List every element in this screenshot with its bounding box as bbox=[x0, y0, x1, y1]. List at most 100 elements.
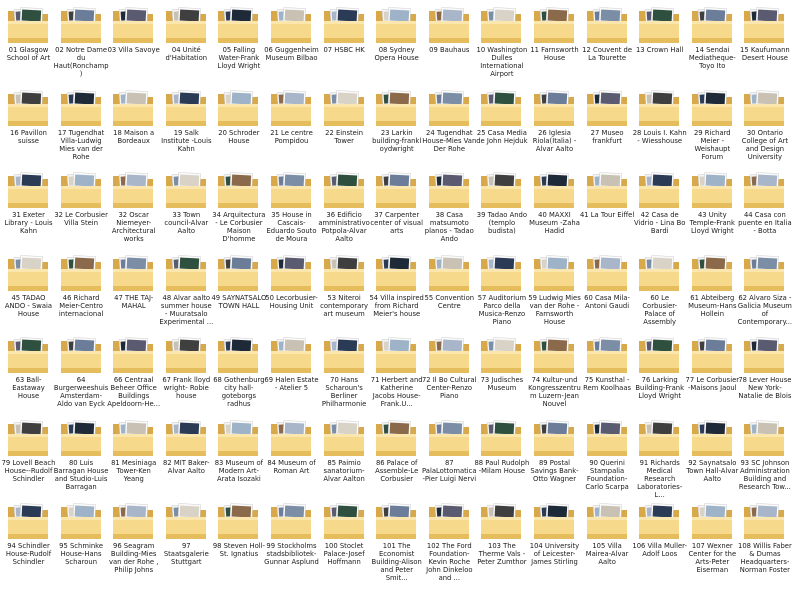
folder-item[interactable]: 18 Maison a Bordeaux bbox=[107, 85, 160, 167]
folder-item[interactable]: 64 Burgerweeshuis Amsterdam-Aldo van Eyc… bbox=[54, 332, 108, 414]
folder-item[interactable]: 22 Einstein Tower bbox=[318, 85, 371, 167]
folder-item[interactable]: 07 HSBC HK bbox=[318, 2, 371, 84]
folder-item[interactable]: 101 The Economist Building-Alison and Pe… bbox=[370, 498, 423, 582]
folder-item[interactable]: 91 Richards Medical Research Laboratorie… bbox=[633, 415, 686, 499]
folder-item[interactable]: 96 Seagram Building-Mies van der Rohe , … bbox=[107, 498, 160, 580]
folder-item[interactable]: 76 Larking Building-Frank Lloyd Wright bbox=[633, 332, 686, 414]
folder-item[interactable]: 45 TADAO ANDO - Swaia House bbox=[2, 250, 55, 332]
folder-item[interactable]: 83 Museum of Modern Art-Arata Isozaki bbox=[212, 415, 265, 497]
folder-item[interactable]: 26 Iglesia Riola(Italia) - Alvar Aalto bbox=[528, 85, 581, 167]
folder-item[interactable]: 87 PalaLottomatica-Pier Luigi Nervi bbox=[422, 415, 477, 497]
folder-item[interactable]: 53 Niteroi contemporary art museum bbox=[318, 250, 371, 332]
folder-item[interactable]: 99 Stockholms stadsbibliotek-Gunnar Aspl… bbox=[264, 498, 319, 580]
folder-item[interactable]: 72 Il Bo Cultural Center-Renzo Piano bbox=[422, 332, 477, 414]
folder-item[interactable]: 37 Carpenter center of visual arts bbox=[370, 167, 423, 249]
folder-item[interactable]: 11 Farnsworth House bbox=[528, 2, 581, 84]
folder-item[interactable]: 108 Willis Faber & Dumas Headquarters-No… bbox=[738, 498, 792, 580]
folder-item[interactable]: 107 Wexner Center for the Arts-Peter Eis… bbox=[686, 498, 739, 580]
folder-item[interactable]: 23 Larkin building-frankl oydwright bbox=[370, 85, 423, 167]
folder-item[interactable]: 29 Richard Meier - Weishaupt Forum bbox=[686, 85, 739, 167]
folder-item[interactable]: 95 Schminke House-Hans Scharoun bbox=[55, 498, 108, 580]
folder-item[interactable]: 85 Paimio sanatorium-Alvar Aalton bbox=[318, 415, 371, 497]
folder-item[interactable]: 19 Salk Institute -Louis Kahn bbox=[160, 85, 213, 167]
folder-item[interactable]: 97 Staatsgalerie Stuttgart bbox=[160, 498, 213, 580]
folder-item[interactable]: 71 Herbert and Katherine Jacobs House-Fr… bbox=[370, 332, 423, 414]
folder-item[interactable]: 30 Ontario College of Art and Design Uni… bbox=[738, 85, 791, 167]
folder-item[interactable]: 105 Villa Mairea-Alvar Aalto bbox=[581, 498, 634, 580]
folder-item[interactable]: 03 Villa Savoye bbox=[107, 2, 160, 84]
folder-item[interactable]: 67 Frank lloyd wright- Robie house bbox=[160, 332, 213, 414]
folder-item[interactable]: 06 Guggenheim Museum Bilbao bbox=[264, 2, 319, 84]
folder-item[interactable]: 103 The Therme Vals - Peter Zumthor bbox=[475, 498, 528, 580]
folder-item[interactable]: 13 Crown Hall bbox=[633, 2, 686, 84]
folder-item[interactable]: 75 Kunsthal -Rem Koolhaas bbox=[581, 332, 634, 414]
folder-item[interactable]: 40 MAXXI Museum -Zaha Hadid bbox=[528, 167, 581, 249]
folder-item[interactable]: 90 Querini Stampalia Foundation-Carlo Sc… bbox=[581, 415, 634, 497]
folder-item[interactable]: 36 Edificio amministrativo Potpola-Alvar… bbox=[318, 167, 371, 249]
folder-item[interactable]: 35 House in Cascais-Eduardo Souto de Mou… bbox=[265, 167, 318, 249]
folder-item[interactable]: 86 Palace of Assemble-Le Corbusier bbox=[370, 415, 423, 497]
folder-item[interactable]: 93 SC Johnson Administration Building an… bbox=[738, 415, 791, 497]
folder-item[interactable]: 70 Hans Scharoun's Berliner Philharmonie bbox=[318, 332, 371, 414]
folder-item[interactable]: 100 Stoclet Palace-Josef Hoffmann bbox=[318, 498, 371, 580]
folder-item[interactable]: 82 MIT Baker-Alvar Aalto bbox=[160, 415, 213, 497]
folder-item[interactable]: 106 Villa Muller-Adolf Loos bbox=[632, 498, 687, 580]
folder-item[interactable]: 66 Centraal Beheer Office Buildings Apel… bbox=[107, 332, 160, 414]
folder-item[interactable]: 48 Alvar aalto summer house - Muuratsalo… bbox=[159, 250, 213, 332]
folder-item[interactable]: 49 SAYNÄTSALO TOWN HALL bbox=[211, 250, 266, 332]
folder-item[interactable]: 01 Glasgow School of Art bbox=[2, 2, 55, 84]
folder-item[interactable]: 41 La Tour Eiffel bbox=[580, 167, 634, 249]
folder-item[interactable]: 47 THE TAJ-MAHAL bbox=[107, 250, 160, 332]
folder-item[interactable]: 24 Tugendhat House-Mies Van Der Rohe bbox=[422, 85, 476, 167]
folder-item[interactable]: 61 Abteiberg Museum-Hans Hollein bbox=[686, 250, 739, 332]
folder-item[interactable]: 43 Unity Temple-Frank Lloyd Wright bbox=[686, 167, 739, 249]
folder-item[interactable]: 79 Lovell Beach House--Rudolf Schindler bbox=[2, 415, 55, 497]
folder-item[interactable]: 78 Lever House New York-Natalie de Blois bbox=[738, 332, 791, 414]
folder-item[interactable]: 60 Casa Mila-Antoni Gaudi bbox=[581, 250, 634, 332]
folder-item[interactable]: 27 Museo frankfurt bbox=[581, 85, 634, 167]
folder-item[interactable]: 89 Postal Savings Bank-Otto Wagner bbox=[528, 415, 581, 497]
folder-item[interactable]: 34 Arquitectura - Le Corbusier Maison D'… bbox=[212, 167, 265, 249]
folder-item[interactable]: 88 Paul Rudolph -Milam House bbox=[474, 415, 529, 497]
folder-item[interactable]: 84 Museum of Roman Art bbox=[265, 415, 318, 497]
folder-item[interactable]: 10 Washington Dulles International Airpo… bbox=[475, 2, 528, 84]
folder-item[interactable]: 32 Le Corbusier Villa Stein bbox=[54, 167, 108, 249]
folder-item[interactable]: 68 Gothenburg city hall-goteborgs radhus bbox=[212, 332, 265, 414]
folder-item[interactable]: 02 Notre Dame du Haut(Ronchamp) bbox=[54, 2, 109, 84]
folder-item[interactable]: 57 Auditorium Parco della Musica-Renzo P… bbox=[475, 250, 528, 332]
folder-item[interactable]: 104 University of Leicester-James Stirli… bbox=[528, 498, 581, 580]
folder-item[interactable]: 92 Saynatsalo Town Hall-Alvar Aalto bbox=[686, 415, 738, 497]
folder-item[interactable]: 69 Halen Estate - Atelier 5 bbox=[264, 332, 319, 414]
folder-item[interactable]: 12 Couvent de La Tourette bbox=[581, 2, 634, 84]
folder-item[interactable]: 38 Casa matsumoto planos - Tadao Ando bbox=[423, 167, 476, 249]
folder-item[interactable]: 20 Schroder House bbox=[212, 85, 265, 167]
folder-item[interactable]: 102 The Ford Foundation-Kevin Roche John… bbox=[423, 498, 476, 582]
folder-item[interactable]: 44 Casa con puente en Italia - Botta bbox=[738, 167, 792, 249]
folder-item[interactable]: 98 Steven Holl-St. Ignatius bbox=[212, 498, 265, 580]
folder-item[interactable]: 25 Casa Media de John Hejduk bbox=[475, 85, 528, 167]
folder-item[interactable]: 39 Tadao Ando (templo budista) bbox=[475, 167, 528, 249]
folder-item[interactable]: 63 Ball-Eastaway House bbox=[2, 332, 55, 414]
folder-item[interactable]: 55 Convention Centre bbox=[423, 250, 476, 332]
folder-item[interactable]: 50 Lecorbusier-Housing Unit bbox=[265, 250, 318, 332]
folder-item[interactable]: 21 Le centre Pompidou bbox=[265, 85, 318, 167]
folder-item[interactable]: 77 Le Corbusier -Maisons Jaoul bbox=[686, 332, 739, 414]
folder-item[interactable]: 32 Oscar Niemeyer-Architectural works bbox=[107, 167, 160, 249]
folder-item[interactable]: 15 Kaufumann Desert House bbox=[738, 2, 791, 84]
folder-item[interactable]: 42 Casa de Vidrio - Lina Bo Bardi bbox=[633, 167, 686, 249]
folder-item[interactable]: 16 Pavillon suisse bbox=[2, 85, 55, 167]
folder-item[interactable]: 73 Judisches Museum bbox=[475, 332, 528, 414]
folder-item[interactable]: 54 Villa inspired from Richard Meier's h… bbox=[369, 250, 424, 332]
folder-item[interactable]: 62 Alvaro Siza - Galicia Museum of Conte… bbox=[738, 250, 792, 332]
folder-item[interactable]: 05 Falling Water-Frank Lloyd Wright bbox=[212, 2, 265, 84]
folder-item[interactable]: 80 Luis Barragan House and Studio-Luis B… bbox=[54, 415, 108, 497]
folder-item[interactable]: 59 Ludwig Mies van der Rohe - Farnsworth… bbox=[528, 250, 581, 332]
folder-item[interactable]: 08 Sydney Opera House bbox=[370, 2, 423, 84]
folder-item[interactable]: 28 Louis I. Kahn - Wiesshouse bbox=[633, 85, 687, 167]
folder-item[interactable]: 81 Mesiniaga Tower-Ken Yeang bbox=[107, 415, 160, 497]
folder-item[interactable]: 46 Richard Meier-Centro internacional bbox=[55, 250, 108, 332]
folder-item[interactable]: 04 Unité d'Habitation bbox=[160, 2, 213, 84]
folder-item[interactable]: 17 Tugendhat Villa-Ludwig Mies van der R… bbox=[55, 85, 108, 167]
folder-item[interactable]: 31 Exeter Library - Louis Kahn bbox=[2, 167, 55, 249]
folder-item[interactable]: 09 Bauhaus bbox=[423, 2, 476, 84]
